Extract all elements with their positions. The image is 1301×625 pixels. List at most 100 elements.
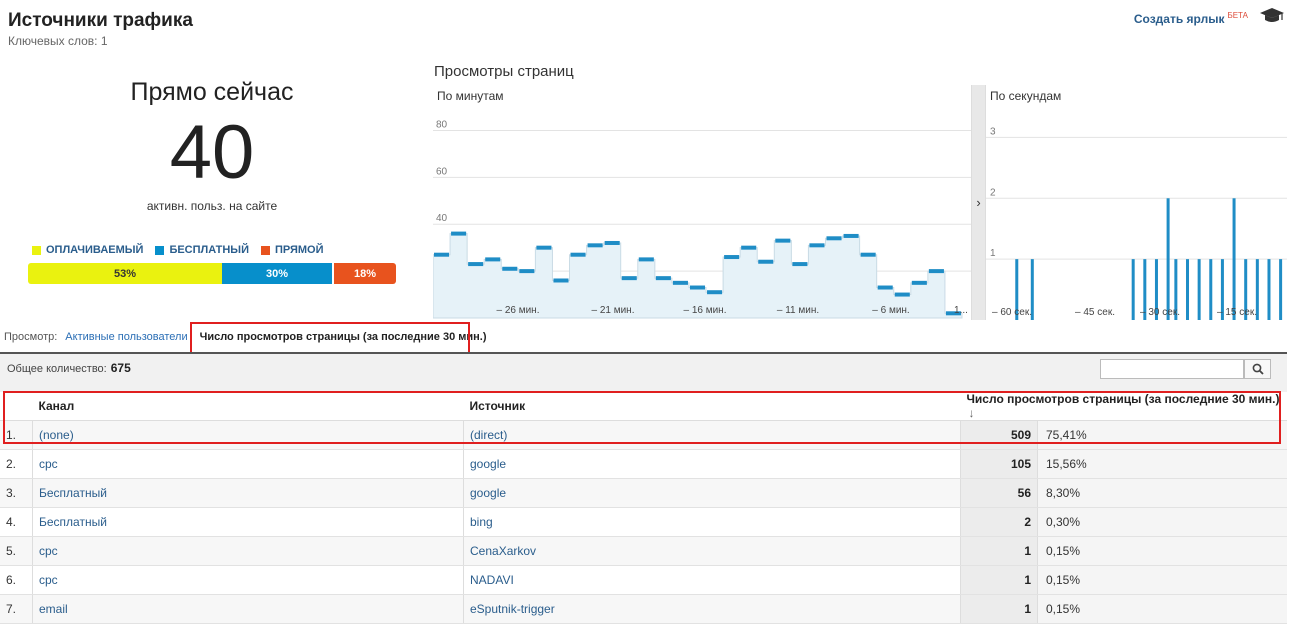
beta-badge: БЕТА [1227,11,1248,20]
pageviews-value: 2 [960,507,1038,537]
source-link[interactable]: google [463,449,961,479]
total-value: 675 [110,361,131,375]
seconds-chart: 1 2 3 – 60 сек. – 45 сек. – 30 сек. – 15 сек. [986,126,1287,320]
expand-chart-toggle[interactable]: › [971,85,986,320]
legend-label-free: БЕСПЛАТНЫЙ [169,244,249,256]
row-index: 2. [0,449,33,479]
source-link[interactable]: CenaXarkov [463,536,961,566]
channel-link[interactable]: cpc [32,449,464,479]
traffic-legend: ОПЛАЧИВАЕМЫЙ БЕСПЛАТНЫЙ ПРЯМОЙ [32,244,324,256]
legend-swatch-direct [260,245,270,255]
minute-mark [451,231,467,236]
table-row: 7. email eSputnik-trigger 1 0,15% [0,594,1287,624]
minute-mark [826,236,842,241]
legend-paid: ОПЛАЧИВАЕМЫЙ [32,244,143,256]
minute-mark [519,269,535,274]
minute-mark [894,292,910,297]
second-bar [1232,198,1236,320]
x-tick-label: – 45 сек. [1075,307,1115,318]
second-bar [1166,198,1170,320]
minute-mark [621,276,637,281]
row-index: 6. [0,565,33,595]
minute-mark [758,259,774,264]
active-users-caption: активн. польз. на сайте [146,199,278,213]
minute-mark [689,285,706,290]
keyword-count: Ключевых слов: 1 [8,34,108,48]
minute-mark [570,252,586,257]
pageviews-percent: 8,30% [1037,478,1287,508]
channel-link[interactable]: Бесплатный [32,507,464,537]
source-link[interactable]: google [463,478,961,508]
channel-link[interactable]: cpc [32,536,464,566]
channel-link[interactable]: cpc [32,565,464,595]
share-free: 30% [222,263,332,284]
minute-mark [502,266,518,271]
minutes-chart-panel: По минутам 20406080– 26 мин.– 21 мин.– 1… [433,85,971,320]
y-tick-label: 60 [436,166,448,177]
channel-link[interactable]: email [32,594,464,624]
view-active-users-link[interactable]: Активные пользователи [65,331,187,343]
legend-label-paid: ОПЛАЧИВАЕМЫЙ [46,244,144,256]
table-row: 3. Бесплатный google 56 8,30% [0,478,1287,508]
second-bar [1186,259,1189,320]
second-bar [1279,259,1283,320]
y-tick-label: 1 [990,248,996,259]
x-tick-label: – 21 мин. [591,305,634,316]
minute-mark [877,285,893,290]
total-count: Общее количество: 675 [7,361,131,375]
x-tick-label: – 26 мин. [496,305,539,316]
minutes-chart: 20406080– 26 мин.– 21 мин.– 16 мин.– 11 … [433,119,971,319]
channel-link[interactable]: Бесплатный [32,478,464,508]
legend-swatch-paid [32,245,41,255]
page-title: Источники трафика [8,10,193,31]
source-link[interactable]: NADAVI [463,565,961,595]
row-index: 7. [0,594,33,624]
pageviews-value: 1 [960,536,1038,566]
seconds-chart-panel: По секундам 1 2 3– 60 сек. – 45 сек. – 30 се… [986,85,1287,320]
source-link[interactable]: eSputnik-trigger [463,594,961,624]
legend-label-direct: ПРЯМОЙ [274,244,324,256]
minute-mark [536,245,552,250]
pageviews-value: 1 [960,594,1038,624]
minute-mark [468,262,484,267]
graduation-cap-icon[interactable] [1259,7,1285,25]
y-tick-label: 80 [436,119,448,130]
minute-mark [672,280,688,285]
x-tick-label: – 6 мин. [872,305,909,316]
second-bar [1209,259,1213,320]
share-direct: 18% [334,263,396,284]
pageviews-value: 1 [960,565,1038,595]
row-index: 4. [0,507,33,537]
legend-free: БЕСПЛАТНЫЙ [155,244,249,256]
highlight-view-option [190,322,470,355]
x-tick-label: – 16 мин. [683,305,726,316]
minute-mark [434,252,450,257]
create-shortcut-link[interactable]: Создать ярлык БЕТА [1134,11,1248,26]
pageviews-percent: 0,15% [1037,536,1287,566]
table-row: 2. cpc google 105 15,56% [0,449,1287,479]
pageviews-title: Просмотры страниц [434,63,574,80]
search-button[interactable] [1244,359,1271,379]
minute-mark [928,269,944,274]
pageviews-value: 56 [960,478,1038,508]
search-icon [1252,363,1264,375]
right-now-heading: Прямо сейчас [130,78,294,106]
minute-mark [655,276,671,281]
minute-mark [911,280,927,285]
y-tick-label: 2 [990,187,996,198]
table-search-input[interactable] [1100,359,1244,379]
pageviews-percent: 0,15% [1037,565,1287,595]
legend-swatch-free [155,245,165,255]
pageviews-value: 105 [960,449,1038,479]
y-tick-label: 40 [436,213,448,224]
source-link[interactable]: bing [463,507,961,537]
highlight-table-header-and-first-row [3,391,1281,444]
second-bar [1267,259,1271,320]
x-tick-label: 1... [954,305,968,316]
minute-mark [860,252,876,257]
row-index: 3. [0,478,33,508]
minute-mark [604,240,620,245]
second-bar [1131,259,1135,320]
minute-mark [741,245,757,250]
total-label: Общее количество: [7,363,107,375]
